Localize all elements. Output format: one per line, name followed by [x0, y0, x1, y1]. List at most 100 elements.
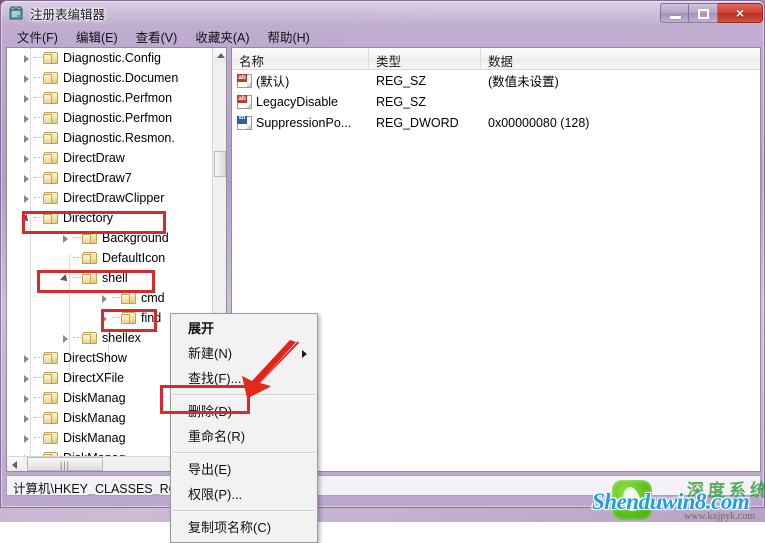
window-title: 注册表编辑器 [30, 8, 106, 22]
context-menu-item-3[interactable]: 查找(F)... [171, 366, 317, 391]
expand-triangle-icon[interactable] [21, 393, 32, 404]
tree-connector [34, 437, 42, 439]
tree-item-diagnostic-config[interactable]: Diagnostic.Config [7, 48, 213, 68]
context-menu-item-label: 展开 [188, 321, 215, 336]
context-menu-item-6[interactable]: 导出(E) [171, 457, 317, 482]
tree-item-label: Background [102, 231, 169, 245]
maximize-button[interactable] [689, 3, 718, 23]
tree-connector [34, 57, 42, 59]
value-row[interactable]: ab LegacyDisable REG_SZ [232, 91, 760, 112]
folder-icon [43, 91, 59, 105]
tree-item-label: DirectDrawClipper [63, 191, 165, 205]
menu-item-5[interactable]: 帮助(H) [258, 26, 318, 48]
context-menu-item-1[interactable]: 展开 [171, 316, 317, 341]
column-header-type[interactable]: 类型 [369, 48, 481, 69]
string-value-icon: ab [237, 73, 252, 88]
tree-connector [34, 157, 42, 159]
minimize-button[interactable] [660, 3, 689, 23]
menu-item-4[interactable]: 收藏夹(A) [186, 26, 258, 48]
context-menu-item-5[interactable]: 重命名(R) [171, 424, 317, 449]
folder-icon [43, 71, 59, 85]
tree-item-defaulticon[interactable]: DefaultIcon [7, 248, 213, 268]
folder-icon [43, 191, 59, 205]
tree-item-background[interactable]: Background [7, 228, 213, 248]
tree-connector [112, 297, 120, 299]
folder-icon [82, 231, 98, 245]
string-value-icon: ab [237, 94, 252, 109]
tree-horizontal-scroll-thumb[interactable]: ||| [27, 457, 103, 471]
folder-icon [43, 51, 59, 65]
context-menu-item-label: 权限(P)... [188, 487, 243, 502]
tree-item-cmd[interactable]: cmd [7, 288, 213, 308]
value-name-cell: ab LegacyDisable [232, 94, 369, 109]
expand-triangle-icon[interactable] [21, 113, 32, 124]
tree-item-directdrawclipper[interactable]: DirectDrawClipper [7, 188, 213, 208]
context-menu-separator [173, 510, 315, 512]
column-header-data[interactable]: 数据 [481, 48, 760, 69]
folder-icon [43, 171, 59, 185]
tree-item-directory[interactable]: Directory [7, 208, 213, 228]
context-menu-item-7[interactable]: 权限(P)... [171, 482, 317, 507]
values-list[interactable]: ab (默认) REG_SZ (数值未设置) ab LegacyDisable REG_SZ… [232, 70, 760, 133]
tree-item-diagnostic-resmon-[interactable]: Diagnostic.Resmon. [7, 128, 213, 148]
collapse-triangle-icon[interactable] [60, 273, 71, 284]
context-menu-item-label: 删除(D) [188, 404, 233, 419]
expand-triangle-icon[interactable] [21, 53, 32, 64]
tree-connector [34, 397, 42, 399]
tree-connector [73, 257, 81, 259]
collapse-triangle-icon[interactable] [21, 213, 32, 224]
values-column-header[interactable]: 名称 类型 数据 [232, 48, 760, 70]
menu-item-3[interactable]: 查看(V) [127, 26, 187, 48]
expand-triangle-icon[interactable] [21, 173, 32, 184]
tree-item-label: Diagnostic.Resmon. [63, 131, 175, 145]
minimize-icon [670, 16, 681, 19]
expand-triangle-icon[interactable] [21, 73, 32, 84]
scroll-up-icon[interactable] [213, 48, 226, 63]
expand-triangle-icon[interactable] [99, 313, 110, 324]
expand-triangle-icon[interactable] [21, 93, 32, 104]
tree-item-diagnostic-perfmon[interactable]: Diagnostic.Perfmon [7, 108, 213, 128]
expand-triangle-icon[interactable] [99, 293, 110, 304]
tree-item-directdraw[interactable]: DirectDraw [7, 148, 213, 168]
tree-item-label: Directory [63, 211, 114, 225]
context-menu-item-4[interactable]: 删除(D) [171, 399, 317, 424]
context-menu-item-2[interactable]: 新建(N) [171, 341, 317, 366]
expand-triangle-icon[interactable] [21, 373, 32, 384]
scroll-left-icon[interactable] [7, 457, 23, 471]
context-menu-item-label: 导出(E) [188, 462, 232, 477]
folder-icon [121, 291, 137, 305]
title-bar[interactable]: 注册表编辑器 × [1, 1, 764, 26]
menu-item-2[interactable]: 编辑(E) [67, 26, 127, 48]
tree-connector [34, 357, 42, 359]
close-button[interactable]: × [718, 3, 763, 23]
value-row[interactable]: ab (默认) REG_SZ (数值未设置) [232, 70, 760, 91]
tree-item-shell[interactable]: shell [7, 268, 213, 288]
context-menu-item-label: 重命名(R) [188, 429, 246, 444]
context-menu[interactable]: 展开新建(N) 查找(F)... 删除(D) 重命名(R) 导出(E) 权限(P)... 复… [170, 313, 318, 543]
folder-icon [43, 431, 59, 445]
expand-triangle-icon[interactable] [21, 133, 32, 144]
value-row[interactable]: 011 SuppressionPo... REG_DWORD 0x00000080 (… [232, 112, 760, 133]
column-header-name[interactable]: 名称 [232, 48, 369, 69]
expand-triangle-icon[interactable] [60, 233, 71, 244]
tree-vertical-scroll-thumb[interactable] [214, 151, 226, 177]
expand-triangle-icon[interactable] [21, 153, 32, 164]
value-name-label: LegacyDisable [256, 94, 338, 109]
folder-icon [43, 391, 59, 405]
context-menu-separator [173, 452, 315, 454]
tree-item-label: shell [102, 271, 128, 285]
expand-triangle-icon[interactable] [60, 333, 71, 344]
context-menu-item-8[interactable]: 复制项名称(C) [171, 515, 317, 540]
expand-triangle-icon[interactable] [21, 353, 32, 364]
value-name-label: (默认) [256, 75, 290, 89]
tree-item-label: cmd [141, 291, 165, 305]
tree-item-label: Diagnostic.Perfmon [63, 111, 173, 125]
expand-triangle-icon[interactable] [21, 433, 32, 444]
expand-triangle-icon[interactable] [21, 193, 32, 204]
tree-item-diagnostic-perfmon[interactable]: Diagnostic.Perfmon [7, 88, 213, 108]
tree-item-diagnostic-documen[interactable]: Diagnostic.Documen [7, 68, 213, 88]
menu-item-1[interactable]: 文件(F) [8, 26, 67, 48]
expand-triangle-icon[interactable] [21, 413, 32, 424]
tree-item-directdraw7[interactable]: DirectDraw7 [7, 168, 213, 188]
